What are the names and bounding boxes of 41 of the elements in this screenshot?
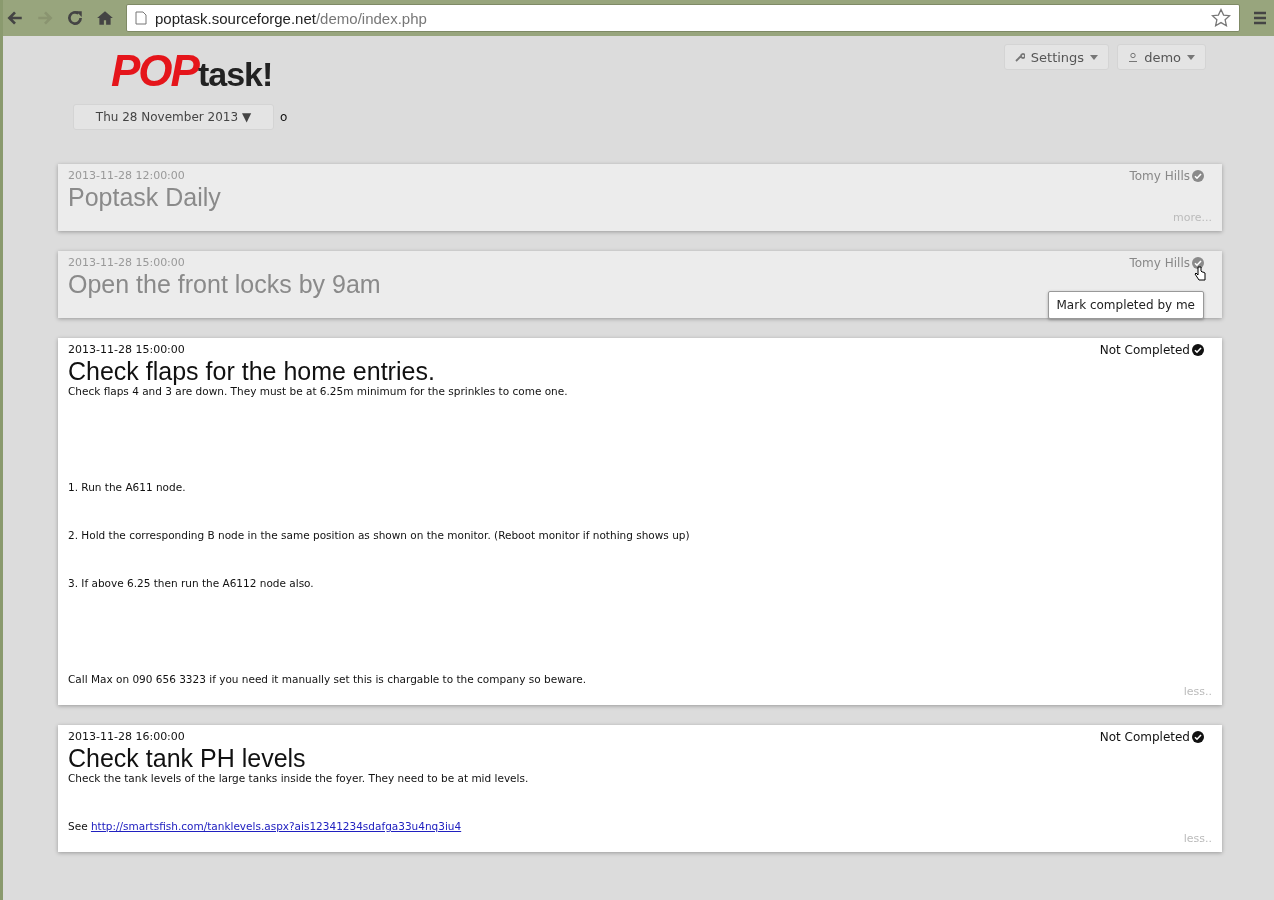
user-icon bbox=[1128, 52, 1139, 62]
page-icon bbox=[135, 11, 147, 25]
home-icon[interactable] bbox=[96, 9, 114, 27]
task-status: Not Completed bbox=[1099, 730, 1190, 744]
caret-icon bbox=[1090, 54, 1099, 60]
status-indicator: o bbox=[280, 110, 288, 124]
task-description: See http://smartsfish.com/tanklevels.aspx?ais12341234sdafga33u4nq3iu4 bbox=[68, 820, 463, 832]
task-title: Check tank PH levels bbox=[68, 744, 306, 772]
task-description: Check the tank levels of the large tanks inside the foyer. They need to be at mid levels. bbox=[68, 772, 530, 784]
task-title: Open the front locks by 9am bbox=[68, 270, 381, 298]
menu-icon[interactable] bbox=[1252, 10, 1268, 26]
check-icon[interactable] bbox=[1192, 170, 1204, 182]
tooltip: Mark completed by me bbox=[1047, 291, 1204, 319]
task-title: Poptask Daily bbox=[68, 183, 221, 211]
logo: POPtask! bbox=[111, 46, 273, 96]
user-menu-button[interactable]: demo bbox=[1117, 44, 1206, 70]
date-picker-button[interactable]: Thu 28 November 2013 ▼ bbox=[73, 104, 274, 130]
task-description: Check flaps 4 and 3 are down. They must be at 6.25m minimum for the sprinkles to come one. bbox=[68, 385, 569, 397]
reload-icon[interactable] bbox=[66, 9, 84, 27]
wrench-icon bbox=[1014, 52, 1025, 62]
settings-menu-button[interactable]: Settings bbox=[1003, 44, 1110, 70]
back-icon[interactable] bbox=[6, 9, 24, 27]
link[interactable]: http://smartsfish.com/tanklevels.aspx?ais12341234sdafga33u4nq3iu4 bbox=[90, 820, 462, 832]
task-time: 2013-11-28 15:00:00 bbox=[68, 256, 185, 270]
address-bar[interactable]: poptask.sourceforge.net/demo/index.php bbox=[126, 4, 1240, 32]
task-description: 1. Run the A611 node. bbox=[68, 481, 187, 493]
star-icon[interactable] bbox=[1211, 8, 1231, 28]
hand-cursor-icon bbox=[1194, 266, 1206, 282]
task-status: Not Completed bbox=[1099, 343, 1190, 357]
task-time: 2013-11-28 12:00:00 bbox=[68, 169, 185, 183]
task-description: 2. Hold the corresponding B node in the same position as shown on the monitor. (Reboot monitor if nothing shows up) bbox=[68, 529, 691, 541]
check-icon[interactable] bbox=[1192, 731, 1204, 743]
task-description: 3. If above 6.25 then run the A6112 node also. bbox=[68, 577, 315, 589]
task-time: 2013-11-28 15:00:00 bbox=[68, 343, 185, 357]
caret-icon bbox=[1187, 54, 1195, 60]
task-title: Check flaps for the home entries. bbox=[68, 357, 435, 385]
check-icon[interactable] bbox=[1192, 344, 1204, 356]
task-time: 2013-11-28 16:00:00 bbox=[68, 730, 185, 744]
task-status: Tomy Hills bbox=[1129, 256, 1190, 270]
task-description: Call Max on 090 656 3323 if you need it manually set this is chargable to the company so beware. bbox=[68, 673, 588, 685]
task-status: Tomy Hills bbox=[1129, 169, 1190, 183]
